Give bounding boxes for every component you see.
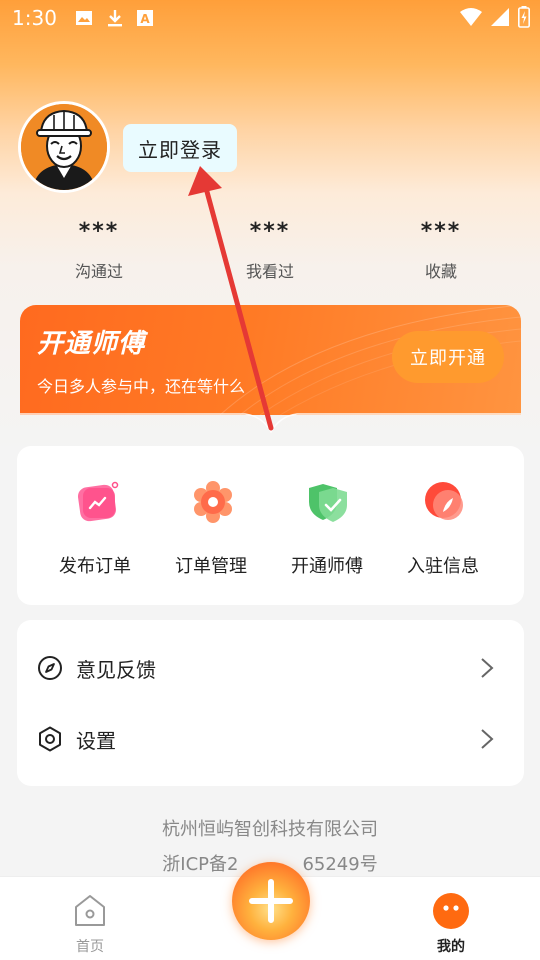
- menu-item-settings[interactable]: 设置: [17, 704, 524, 774]
- func-open-master[interactable]: 开通师傅: [269, 446, 385, 605]
- tab-mine[interactable]: 我的: [391, 877, 511, 960]
- stat-viewed[interactable]: *** 我看过: [190, 218, 350, 282]
- func-label: 发布订单: [59, 556, 131, 577]
- shield-check-icon: [309, 484, 347, 522]
- stats-row: *** 沟通过 *** 我看过 *** 收藏: [0, 218, 540, 288]
- battery-icon: [518, 6, 530, 28]
- font-a-icon: A: [136, 10, 153, 26]
- stat-value: ***: [420, 219, 462, 244]
- svg-text:A: A: [140, 12, 150, 26]
- worker-avatar-icon: [21, 104, 107, 190]
- menu-label: 意见反馈: [76, 657, 156, 682]
- signal-icon: [491, 8, 509, 26]
- menu-item-feedback[interactable]: 意见反馈: [17, 633, 524, 703]
- join-info-icon: [425, 482, 463, 520]
- publish-order-icon: [77, 481, 119, 522]
- stat-value: ***: [249, 219, 291, 244]
- stat-label: 沟通过: [74, 262, 123, 281]
- footer-company: 杭州恒屿智创科技有限公司: [162, 819, 378, 840]
- vip-activate-button[interactable]: 立即开通: [392, 331, 504, 383]
- footer-icp-right: 65249号: [302, 854, 378, 875]
- compass-icon: [38, 656, 62, 680]
- tab-home-label: 首页: [76, 939, 104, 955]
- tab-mine-label: 我的: [437, 939, 465, 955]
- func-join-info[interactable]: 入驻信息: [385, 446, 501, 605]
- func-label: 开通师傅: [291, 556, 363, 577]
- tab-home[interactable]: 首页: [30, 877, 150, 960]
- menu-card: 意见反馈 设置: [17, 620, 524, 786]
- hexagon-settings-icon: [39, 726, 61, 752]
- home-icon: [75, 895, 105, 926]
- footer-icp-left: 浙ICP备2: [162, 854, 239, 875]
- mine-face-icon: [433, 893, 469, 929]
- chevron-right-icon: [481, 658, 494, 678]
- func-label: 入驻信息: [407, 556, 479, 577]
- image-icon: [75, 11, 92, 25]
- function-card: 发布订单 订单管理 开通师傅 入驻信息: [17, 446, 524, 605]
- stat-favorites[interactable]: *** 收藏: [361, 218, 521, 282]
- plus-icon: [249, 879, 293, 923]
- wifi-icon: [460, 8, 482, 26]
- order-manage-icon: [194, 481, 232, 523]
- menu-label: 设置: [76, 728, 116, 753]
- login-button[interactable]: 立即登录: [123, 124, 237, 172]
- vip-card: 开通师傅 今日多人参与中，还在等什么 立即开通: [20, 305, 521, 415]
- vip-title: 开通师傅: [37, 329, 146, 359]
- add-button[interactable]: [232, 862, 310, 940]
- status-time: 1:30: [12, 6, 57, 30]
- stat-label: 收藏: [424, 262, 457, 281]
- vip-card-notch-divider: [20, 413, 521, 434]
- func-label: 订单管理: [175, 556, 247, 577]
- stat-value: ***: [78, 219, 120, 244]
- stat-label: 我看过: [245, 262, 294, 281]
- stat-communicated[interactable]: *** 沟通过: [19, 218, 179, 282]
- status-icons-left: A: [75, 9, 153, 27]
- vip-subtitle: 今日多人参与中，还在等什么: [37, 377, 246, 396]
- func-order-manage[interactable]: 订单管理: [153, 446, 269, 605]
- download-icon: [107, 10, 122, 27]
- status-bar: 1:30 A: [0, 0, 540, 36]
- chevron-right-icon: [481, 729, 494, 749]
- func-publish-order[interactable]: 发布订单: [37, 446, 153, 605]
- status-icons-right: [460, 6, 530, 28]
- avatar[interactable]: [18, 101, 110, 193]
